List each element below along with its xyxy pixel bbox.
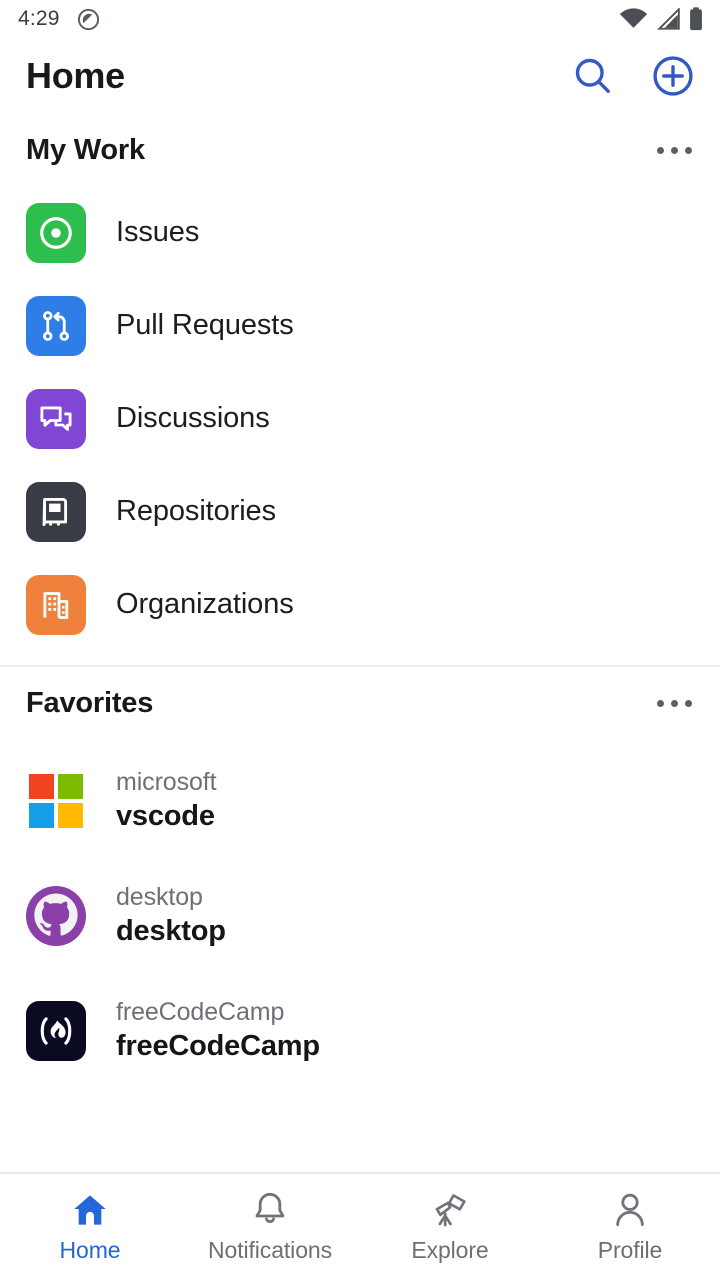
favorite-item-freecodecamp[interactable]: freeCodeCamp freeCodeCamp bbox=[0, 973, 720, 1088]
issue-opened-icon bbox=[37, 214, 75, 252]
nav-tab-profile[interactable]: Profile bbox=[540, 1190, 720, 1264]
wifi-icon bbox=[619, 8, 648, 30]
pull-requests-tile bbox=[26, 295, 86, 356]
kebab-dot bbox=[671, 146, 678, 154]
plus-circle-icon bbox=[652, 55, 694, 97]
my-work-item-label: Organizations bbox=[116, 588, 294, 620]
organization-icon bbox=[38, 587, 74, 623]
kebab-dot bbox=[657, 146, 664, 154]
avatar bbox=[26, 885, 86, 946]
my-work-item-issues[interactable]: Issues bbox=[0, 186, 720, 279]
person-icon bbox=[610, 1190, 650, 1230]
favorites-list: microsoft vscode desktop desktop freeCod… bbox=[0, 739, 720, 1088]
bottom-navigation-bar: Home Notifications Explore Profile bbox=[0, 1172, 720, 1280]
my-work-item-pull-requests[interactable]: Pull Requests bbox=[0, 279, 720, 372]
favorite-name: desktop bbox=[116, 914, 226, 947]
bell-icon bbox=[250, 1190, 290, 1230]
favorite-name: vscode bbox=[116, 799, 215, 832]
my-work-title: My Work bbox=[26, 133, 145, 166]
microsoft-logo-icon bbox=[28, 773, 84, 829]
discussions-tile bbox=[26, 388, 86, 449]
favorites-overflow-button[interactable] bbox=[655, 692, 694, 715]
create-new-button[interactable] bbox=[652, 55, 694, 97]
status-bar-time: 4:29 bbox=[18, 7, 60, 30]
favorite-item-text: microsoft vscode bbox=[116, 766, 217, 835]
nav-tab-notifications[interactable]: Notifications bbox=[180, 1190, 360, 1264]
favorite-owner: desktop bbox=[116, 882, 203, 911]
nav-tab-label: Notifications bbox=[208, 1237, 332, 1263]
my-work-item-organizations[interactable]: Organizations bbox=[0, 558, 720, 651]
nav-tab-explore[interactable]: Explore bbox=[360, 1190, 540, 1264]
my-work-item-discussions[interactable]: Discussions bbox=[0, 372, 720, 465]
comment-discussion-icon bbox=[38, 401, 74, 437]
telescope-icon bbox=[430, 1190, 470, 1230]
favorite-item-text: desktop desktop bbox=[116, 881, 226, 950]
favorite-item-desktop[interactable]: desktop desktop bbox=[0, 858, 720, 973]
home-icon bbox=[70, 1190, 110, 1230]
favorite-item-text: freeCodeCamp freeCodeCamp bbox=[116, 996, 320, 1065]
favorite-owner: microsoft bbox=[116, 767, 217, 796]
favorite-name: freeCodeCamp bbox=[116, 1029, 320, 1062]
git-pull-request-icon bbox=[38, 308, 74, 344]
my-work-item-label: Issues bbox=[116, 216, 200, 248]
kebab-dot bbox=[671, 699, 678, 707]
favorites-title: Favorites bbox=[26, 686, 154, 719]
organizations-tile bbox=[26, 574, 86, 635]
search-icon bbox=[572, 55, 614, 97]
repo-icon bbox=[38, 494, 74, 530]
nav-tab-home[interactable]: Home bbox=[0, 1190, 180, 1264]
search-button[interactable] bbox=[572, 55, 614, 97]
my-work-section-header: My Work bbox=[0, 114, 720, 186]
favorite-item-vscode[interactable]: microsoft vscode bbox=[0, 743, 720, 858]
app-bar: Home bbox=[0, 38, 720, 114]
my-work-list: Issues Pull Requests Discussions Reposit… bbox=[0, 186, 720, 665]
my-work-item-label: Discussions bbox=[116, 402, 270, 434]
status-bar-icons bbox=[619, 7, 704, 31]
cellular-signal-icon bbox=[655, 8, 681, 30]
freecodecamp-logo-icon bbox=[34, 1009, 78, 1053]
app-screen: 4:29 Home My Work Issues Pull Requests D… bbox=[0, 0, 720, 1280]
my-work-item-label: Pull Requests bbox=[116, 309, 294, 341]
my-work-item-label: Repositories bbox=[116, 495, 276, 527]
issues-tile bbox=[26, 202, 86, 263]
kebab-dot bbox=[685, 146, 692, 154]
do-not-disturb-icon bbox=[76, 7, 101, 32]
battery-icon bbox=[688, 7, 704, 31]
kebab-dot bbox=[657, 699, 664, 707]
repositories-tile bbox=[26, 481, 86, 542]
github-octocat-icon bbox=[30, 890, 82, 942]
app-bar-actions bbox=[572, 55, 694, 97]
my-work-overflow-button[interactable] bbox=[655, 139, 694, 162]
avatar bbox=[26, 1000, 86, 1061]
nav-tab-label: Explore bbox=[411, 1237, 489, 1263]
nav-tab-label: Home bbox=[59, 1237, 121, 1263]
avatar bbox=[26, 771, 86, 831]
nav-tab-label: Profile bbox=[597, 1237, 663, 1263]
page-title: Home bbox=[26, 55, 125, 96]
status-bar: 4:29 bbox=[0, 0, 720, 38]
favorite-owner: freeCodeCamp bbox=[116, 997, 285, 1026]
kebab-dot bbox=[685, 699, 692, 707]
favorites-section-header: Favorites bbox=[0, 667, 720, 739]
my-work-item-repositories[interactable]: Repositories bbox=[0, 465, 720, 558]
